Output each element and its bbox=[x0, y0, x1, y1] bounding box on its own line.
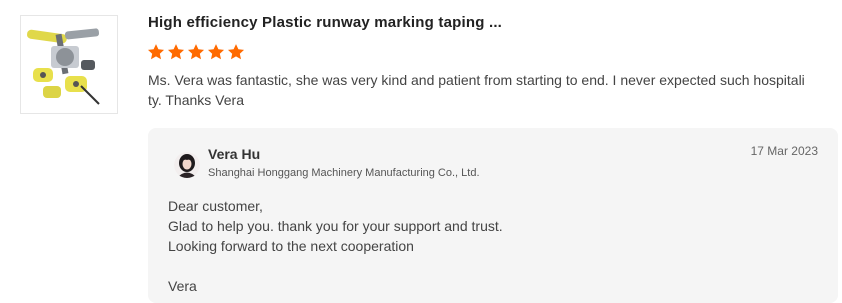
avatar-image bbox=[174, 152, 200, 178]
reply-line: Looking forward to the next cooperation bbox=[168, 238, 414, 254]
star-icon bbox=[147, 44, 165, 60]
reply-text: Dear customer, Glad to help you. thank y… bbox=[168, 196, 503, 296]
reply-line bbox=[168, 256, 503, 276]
star-icon bbox=[227, 44, 245, 60]
seller-reply: Vera Hu Shanghai Honggang Machinery Manu… bbox=[148, 128, 838, 303]
reply-line: Glad to help you. thank you for your sup… bbox=[168, 218, 503, 234]
rating-stars bbox=[147, 43, 245, 61]
reply-line: Vera bbox=[168, 278, 197, 294]
product-thumbnail[interactable] bbox=[20, 15, 118, 114]
reply-date: 17 Mar 2023 bbox=[750, 144, 818, 158]
seller-company: Shanghai Honggang Machinery Manufacturin… bbox=[208, 167, 480, 179]
seller-name: Vera Hu bbox=[208, 146, 261, 162]
review-text: Ms. Vera was fantastic, she was very kin… bbox=[148, 72, 805, 108]
star-icon bbox=[207, 44, 225, 60]
product-image bbox=[27, 28, 100, 105]
avatar bbox=[174, 152, 200, 178]
star-icon bbox=[187, 44, 205, 60]
reply-line: Dear customer, bbox=[168, 198, 263, 214]
star-icon bbox=[167, 44, 185, 60]
product-title[interactable]: High efficiency Plastic runway marking t… bbox=[148, 14, 502, 31]
